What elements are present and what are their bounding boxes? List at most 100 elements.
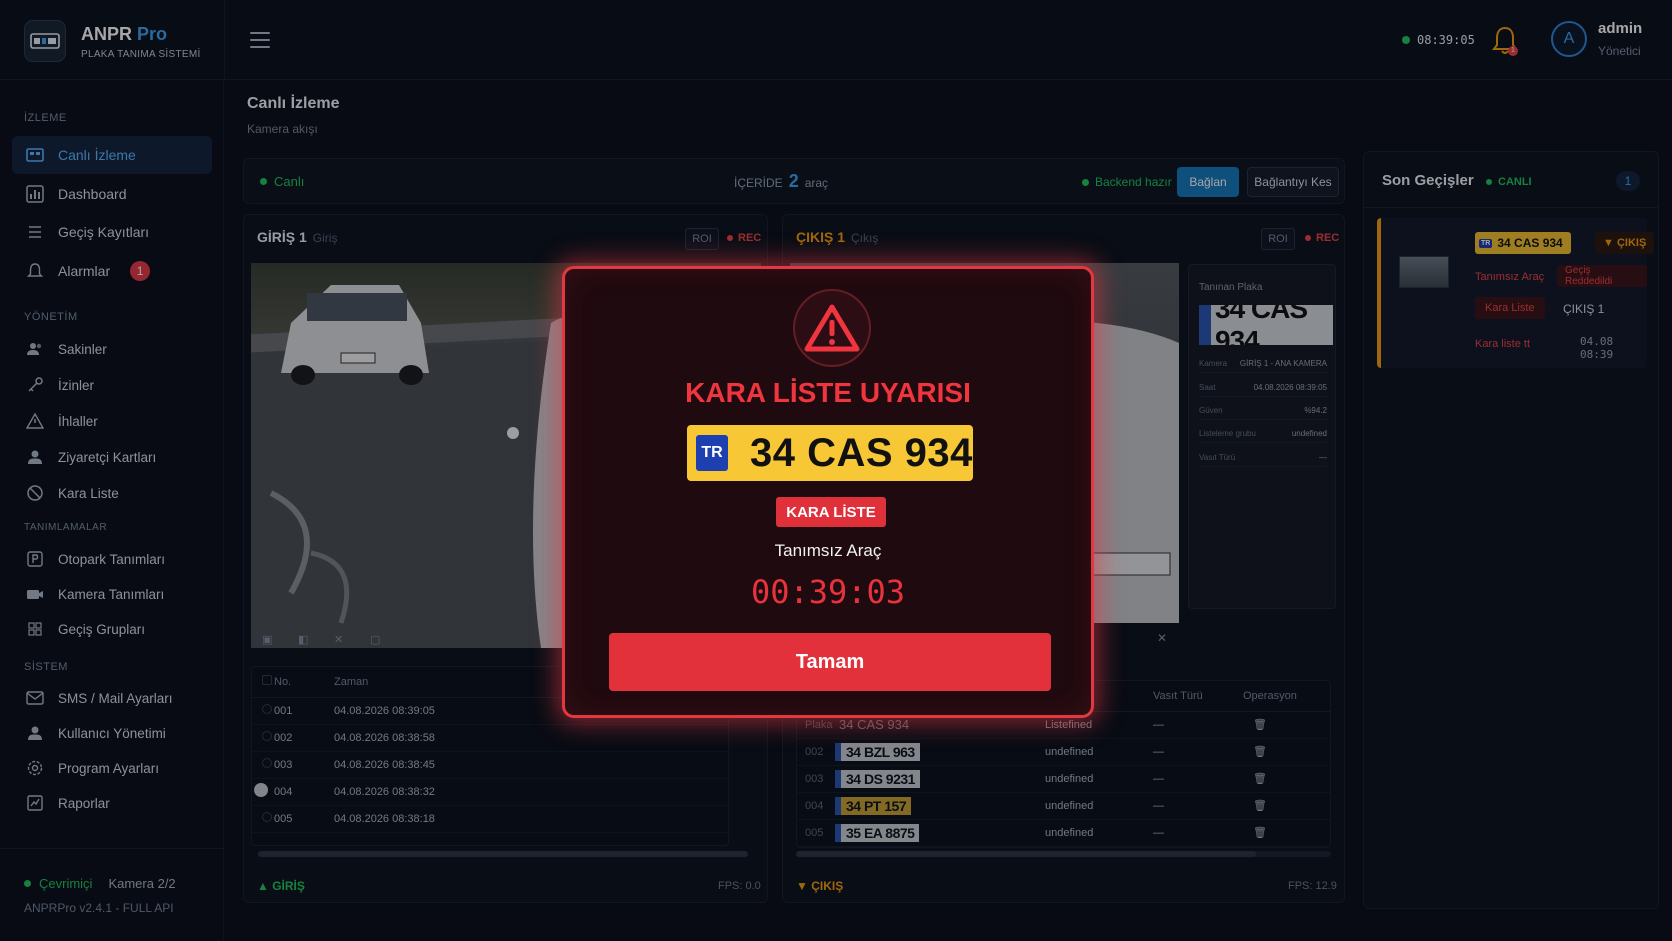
sidebar-item-gecis-kayitlari[interactable]: Geçiş Kayıtları: [12, 213, 212, 251]
sidebar-item-kullanici-yonetimi[interactable]: Kullanıcı Yönetimi: [12, 714, 212, 752]
menu-toggle-button[interactable]: [250, 32, 270, 48]
sidebar-item-gecis-gruplari[interactable]: Geçiş Grupları: [12, 610, 212, 648]
table-row[interactable]: 003 04.08.2026 08:38:45: [252, 751, 728, 779]
row-vehicle: —: [1153, 765, 1243, 793]
sidebar-item-label: Kullanıcı Yönetimi: [58, 725, 166, 741]
row-plate-cell: 34 BZL 963: [835, 738, 1045, 766]
sidebar-item-ziyaretci-kartlari[interactable]: Ziyaretçi Kartları: [12, 438, 212, 476]
info-row-time: Saat 04.08.2026 08:39:05: [1199, 383, 1327, 397]
col-operation: Operasyon: [1243, 681, 1330, 712]
gear-icon: [27, 760, 43, 776]
users-icon: [27, 343, 42, 355]
modal-plate-country: TR: [696, 435, 728, 471]
direction-text: ÇIKIŞ: [1616, 237, 1647, 249]
camera-sub: Çıkış: [851, 231, 879, 245]
row-check-cell[interactable]: [252, 724, 274, 752]
row-checkbox[interactable]: [262, 812, 272, 822]
sidebar-item-canli-izleme[interactable]: Canlı İzleme: [12, 136, 212, 174]
row-checkbox[interactable]: [254, 783, 268, 797]
table-row[interactable]: 005 04.08.2026 08:38:18: [252, 805, 728, 833]
pass-thumbnail[interactable]: [1399, 256, 1449, 288]
select-all-checkbox[interactable]: [262, 675, 272, 686]
snapshot-icon[interactable]: ▣: [262, 633, 276, 646]
modal-title: KARA LİSTE UYARISI: [685, 377, 971, 408]
delete-icon[interactable]: 🗑: [1243, 819, 1330, 847]
table-row[interactable]: 002 34 BZL 963 undefined — 🗑: [797, 738, 1330, 766]
camera-name: ÇIKIŞ 1: [796, 229, 846, 245]
exit-table-scrollbar[interactable]: [796, 851, 1331, 857]
delete-icon[interactable]: 🗑: [1243, 711, 1330, 739]
row-checkbox[interactable]: [262, 704, 272, 714]
recent-passes-title: Son Geçişler: [1382, 172, 1474, 189]
inside-label: İÇERİDE: [734, 176, 783, 190]
section-title-tanimlamalar: TANIMLAMALAR: [24, 522, 108, 533]
entry-fps: FPS: 0.0: [718, 880, 761, 892]
brand: ANPR Pro PLAKA TANIMA SİSTEMİ: [81, 24, 201, 60]
menu-icon-bar: [250, 46, 270, 48]
zoom-icon[interactable]: ✕: [334, 633, 348, 646]
row-no: 004: [274, 778, 334, 806]
info-row-vehicle: Vasıt Türü —: [1199, 453, 1327, 467]
exit-roi-button[interactable]: ROI: [1261, 228, 1295, 250]
camera-grid-icon: [26, 148, 44, 162]
table-row[interactable]: 005 35 EA 8875 undefined — 🗑: [797, 819, 1330, 847]
delete-icon[interactable]: 🗑: [1243, 792, 1330, 820]
grid-icon: [28, 622, 42, 636]
row-check-cell[interactable]: [252, 778, 274, 806]
sidebar-item-ihlaller[interactable]: İhlaller: [12, 402, 212, 440]
select-all-header[interactable]: [252, 667, 274, 698]
plate-image: 35 EA 8875: [835, 823, 920, 842]
connect-button[interactable]: Bağlan: [1177, 167, 1239, 197]
delete-icon[interactable]: 🗑: [1243, 765, 1330, 793]
scrollbar-thumb[interactable]: [258, 851, 748, 857]
brand-name: ANPR Pro: [81, 24, 168, 44]
section-title-yonetim: YÖNETİM: [24, 311, 78, 323]
row-check-cell[interactable]: [252, 697, 274, 725]
entry-table-scrollbar[interactable]: [258, 851, 748, 857]
sidebar-item-sakinler[interactable]: Sakinler: [12, 330, 212, 368]
warning-badge: [793, 289, 871, 367]
sidebar-item-izinler[interactable]: İzinler: [12, 366, 212, 404]
row-no: 001: [274, 697, 334, 725]
row-check-cell[interactable]: [252, 751, 274, 779]
row-group: undefined: [1045, 765, 1153, 793]
modal-plate: TR 34 CAS 934: [687, 425, 973, 481]
sidebar-item-alarmlar[interactable]: Alarmlar 1: [12, 252, 212, 290]
table-row[interactable]: 004 04.08.2026 08:38:32: [252, 778, 728, 806]
live-dot: [260, 178, 267, 185]
sidebar-item-kara-liste[interactable]: Kara Liste: [12, 474, 212, 512]
info-value: undefined: [1291, 429, 1327, 438]
row-group: undefined: [1045, 792, 1153, 820]
sidebar-item-otopark-tanimlari[interactable]: Otopark Tanımları: [12, 540, 212, 578]
list-icon: [29, 226, 41, 238]
sidebar-item-sms-mail[interactable]: SMS / Mail Ayarları: [12, 679, 212, 717]
record-icon[interactable]: ◧: [298, 633, 312, 646]
table-row[interactable]: 004 34 PT 157 undefined — 🗑: [797, 792, 1330, 820]
disconnect-button[interactable]: Bağlantıyı Kes: [1247, 167, 1339, 197]
sidebar-item-dashboard[interactable]: Dashboard: [12, 175, 212, 213]
row-checkbox[interactable]: [262, 731, 272, 741]
sidebar-item-program-ayarlari[interactable]: Program Ayarları: [12, 749, 212, 787]
entry-roi-button[interactable]: ROI: [685, 228, 719, 250]
blacklist-alert-modal: KARA LİSTE UYARISI TR 34 CAS 934 KARA Lİ…: [562, 266, 1094, 718]
camera-name: GİRİŞ 1: [257, 229, 307, 245]
table-row[interactable]: 002 04.08.2026 08:38:58: [252, 724, 728, 752]
exit-expand-icon[interactable]: ✕: [1157, 631, 1167, 645]
connection-status: Çevrimiçi Kamera 2/2: [24, 876, 176, 891]
scrollbar-thumb[interactable]: [796, 851, 1256, 857]
row-checkbox[interactable]: [262, 758, 272, 768]
sidebar-item-label: İzinler: [58, 377, 95, 393]
sidebar-item-raporlar[interactable]: Raporlar: [12, 784, 212, 822]
user-avatar[interactable]: A: [1551, 21, 1587, 57]
bell-icon: [26, 263, 44, 277]
sidebar-item-label: SMS / Mail Ayarları: [58, 690, 173, 706]
delete-icon[interactable]: 🗑: [1243, 738, 1330, 766]
pass-card[interactable]: TR 34 CAS 934 ▼ ÇIKIŞ Tanımsız Araç Geçiş…: [1377, 218, 1655, 368]
ok-button[interactable]: Tamam: [609, 633, 1051, 691]
fullscreen-icon[interactable]: ▢: [370, 633, 384, 646]
table-row[interactable]: 003 34 DS 9231 undefined — 🗑: [797, 765, 1330, 793]
row-check-cell[interactable]: [252, 805, 274, 833]
live-text: Canlı: [274, 174, 305, 189]
inside-unit: araç: [804, 176, 829, 190]
sidebar-item-kamera-tanimlari[interactable]: Kamera Tanımları: [12, 575, 212, 613]
